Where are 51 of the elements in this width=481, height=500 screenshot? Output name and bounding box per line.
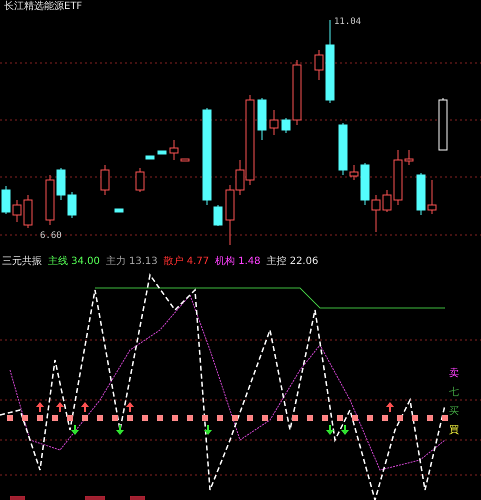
candlestick [428,180,436,214]
up-arrow-icon [56,402,64,412]
indicator-value: 主线 34.00 [48,254,100,268]
candlestick [292,60,302,126]
candlestick [270,110,278,136]
indicator-value: 机构 1.48 [215,254,261,268]
volume-bar [10,496,25,500]
up-arrow-icon [36,402,44,412]
candlestick [404,150,414,166]
signal-label: 卖 [449,366,459,380]
candlestick [100,164,110,196]
candlestick [360,162,370,206]
up-arrow-icon [126,402,134,412]
up-arrow-icon [386,402,394,412]
candlestick [24,194,32,228]
window-title: 长江精选能源ETF [3,0,84,14]
up-arrow-icon [81,402,89,412]
down-arrow-icon [71,425,79,435]
candlestick [46,174,54,226]
high-price-label: 11.04 [334,17,362,27]
candlestick [350,164,358,180]
signal-label: 買 [449,424,459,437]
volume-bar [85,496,105,500]
candlestick [12,200,22,222]
indicator-value: 散户 4.77 [164,254,210,268]
candlestick [372,194,380,232]
candlestick [416,172,426,216]
signal-label: 七 [449,386,459,399]
candlestick [282,118,290,134]
indicator-value: 三元共振 [2,254,42,268]
low-price-label: 6.60 [40,231,62,241]
candlestick [180,158,190,162]
signal-label: 买 [449,405,459,418]
candlestick [394,150,402,206]
candlestick [438,98,448,150]
candlestick [114,208,124,212]
candlestick [68,192,76,218]
candlestick [214,204,222,226]
candlestick [56,168,66,200]
volume-bar [130,496,145,500]
down-arrow-icon [204,425,212,435]
candlestick [338,122,348,176]
candlestick [2,186,10,214]
candlestick [170,140,178,160]
down-arrow-icon [116,425,124,435]
candlestick [382,190,392,212]
candlestick [258,98,266,140]
candlestick [314,50,324,80]
indicator-value: 主控 22.06 [266,254,318,268]
candlestick [136,168,144,192]
indicator-value: 主力 13.13 [106,254,158,268]
